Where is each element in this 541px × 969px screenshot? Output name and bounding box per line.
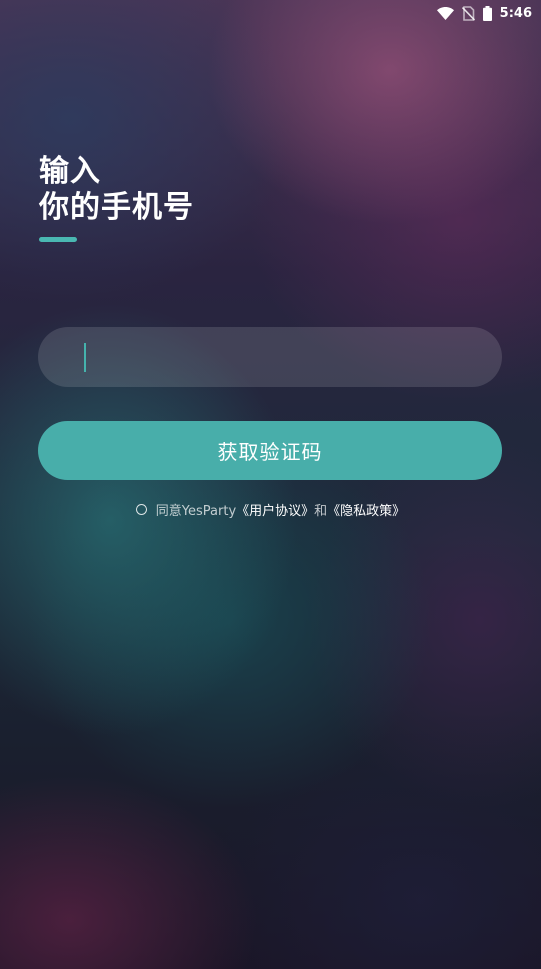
agreement-prefix: 同意YesParty [155, 504, 237, 519]
page-title: 输入 你的手机号 [39, 154, 194, 226]
agreement-row: 同意YesParty 《用户协议》 和 《隐私政策》 [0, 500, 541, 519]
text-cursor [84, 343, 86, 372]
agree-radio-icon[interactable] [135, 504, 147, 515]
user-agreement-link[interactable]: 《用户协议》 [236, 500, 314, 519]
title-line-2: 你的手机号 [39, 190, 194, 225]
title-line-1: 输入 [39, 154, 101, 189]
phone-number-input[interactable] [84, 345, 448, 369]
get-verification-code-button[interactable]: 获取验证码 [38, 421, 502, 480]
agreement-conjunction: 和 [314, 504, 328, 519]
background-gradient [0, 0, 541, 969]
wifi-icon [436, 6, 454, 20]
no-sim-icon [461, 5, 475, 21]
status-bar: 5:46 [0, 0, 541, 26]
title-underline [39, 237, 77, 242]
battery-icon [482, 5, 492, 21]
status-time: 5:46 [499, 5, 532, 21]
privacy-policy-link[interactable]: 《隐私政策》 [327, 500, 405, 519]
phone-number-field[interactable] [38, 327, 502, 387]
